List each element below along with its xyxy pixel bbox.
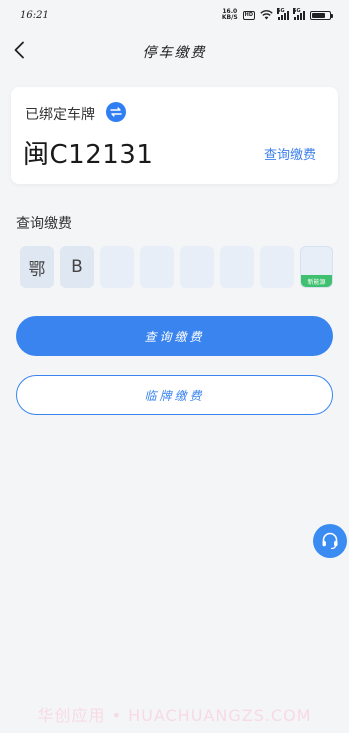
bound-plate-number: 闽C12131 [23,140,154,170]
temp-plate-pay-button[interactable]: 临牌缴费 [16,375,333,415]
plate-char-slot-6[interactable] [220,246,254,288]
query-section-title: 查询缴费 [16,216,72,232]
customer-support-button[interactable] [313,524,347,558]
signal-strength-icon-2: 5G [293,7,305,20]
bound-plate-label: 已绑定车牌 [25,107,95,123]
headset-icon [322,532,338,550]
status-bar: 16:21 16.0 KB/S HD 5G 5G [0,0,349,30]
signal-strength-icon: 5G [277,7,289,20]
navigation-header: 停车缴费 [0,32,349,68]
query-pay-button[interactable]: 查询缴费 [16,316,333,356]
plate-char-slot-4[interactable] [140,246,174,288]
network-speed: 16.0 KB/S [221,8,238,21]
page-title: 停车缴费 [142,45,207,61]
watermark-text: 华创应用 • HUACHUANGZS.COM [37,706,312,725]
wifi-icon [260,10,273,20]
swap-arrows-icon[interactable] [106,102,126,122]
status-time: 16:21 [20,9,49,21]
plate-char-province[interactable]: 鄂 [20,246,54,288]
status-icons: 16.0 KB/S HD 5G 5G [221,7,333,21]
plate-char-new-energy-slot[interactable]: 新能源 [300,246,333,288]
new-energy-tag: 新能源 [301,275,332,287]
plate-char-slot-5[interactable] [180,246,214,288]
bound-plate-card: 已绑定车牌 闽C12131 查询缴费 [11,87,338,184]
plate-input-boxes: 鄂 B 新能源 [20,246,333,288]
hd-badge: HD [242,10,255,20]
plate-char-slot-7[interactable] [260,246,294,288]
swap-arrows-glyph [110,107,122,117]
battery-level [312,12,325,18]
query-payment-link[interactable]: 查询缴费 [264,144,316,163]
plate-char-letter[interactable]: B [60,246,94,288]
plate-char-slot-3[interactable] [100,246,134,288]
battery-icon [310,10,333,20]
